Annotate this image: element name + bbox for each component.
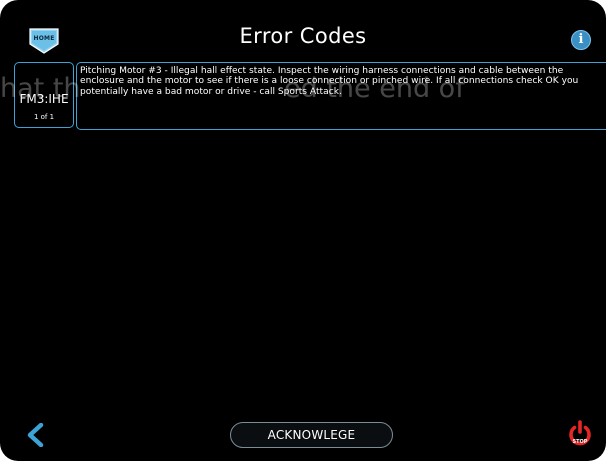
- stop-label: STOP: [572, 439, 588, 445]
- info-icon[interactable]: i: [571, 30, 591, 50]
- chevron-left-icon: [27, 422, 44, 448]
- error-pager: 1 of 1: [33, 113, 55, 121]
- error-description-box: Pitching Motor #3 - Illegal hall effect …: [76, 62, 606, 130]
- page-title: Error Codes: [239, 24, 367, 48]
- stop-button[interactable]: STOP: [568, 420, 592, 448]
- error-code: FM3:IHE: [19, 92, 69, 106]
- error-code-box[interactable]: FM3:IHE 1 of 1: [14, 62, 74, 128]
- acknowledge-button[interactable]: ACKNOWLEGE: [230, 422, 393, 448]
- error-codes-screen: HOME Error Codes i FM3:IHE 1 of 1 Pitchi…: [0, 0, 606, 461]
- back-button[interactable]: [26, 422, 44, 448]
- error-description: Pitching Motor #3 - Illegal hall effect …: [80, 66, 579, 97]
